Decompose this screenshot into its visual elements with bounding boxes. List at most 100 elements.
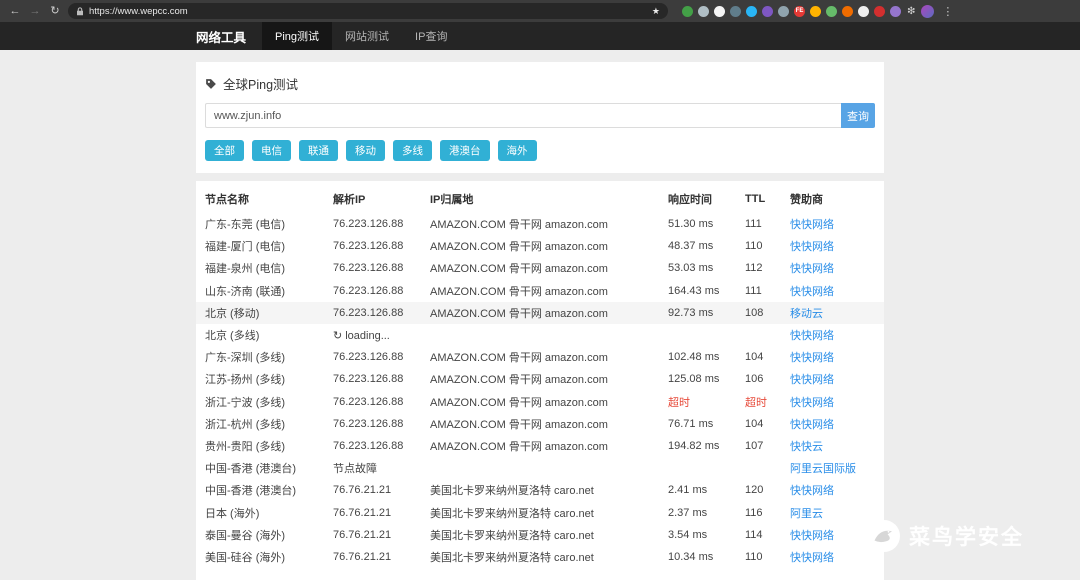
extension-icon[interactable] [874, 6, 885, 17]
search-input[interactable] [205, 103, 841, 128]
column-header: TTL [745, 193, 790, 205]
cell-location: 美国北卡罗来纳州夏洛特 caro.net [430, 527, 668, 543]
cell-ip: 76.76.21.21 [333, 484, 430, 496]
cell-response-time: 92.73 ms [668, 307, 745, 319]
cell-ip: 76.223.126.88 [333, 262, 430, 274]
query-button[interactable]: 查询 [841, 103, 875, 128]
cell-ttl: 110 [745, 240, 790, 252]
extension-icon[interactable] [858, 6, 869, 17]
cell-location: AMAZON.COM 骨干网 amazon.com [430, 438, 668, 454]
sponsor-link[interactable]: 快快网络 [790, 352, 834, 364]
filter-button[interactable]: 多线 [393, 140, 432, 161]
sponsor-link[interactable]: 快快网络 [790, 552, 834, 564]
filter-button[interactable]: 移动 [346, 140, 385, 161]
sponsor-link[interactable]: 移动云 [790, 308, 823, 320]
cell-node: 美国-硅谷 (海外) [205, 549, 333, 565]
sponsor-link[interactable]: 快快网络 [790, 330, 834, 342]
extension-icon[interactable] [778, 6, 789, 17]
cell-response-time: 10.34 ms [668, 551, 745, 563]
sponsor-link[interactable]: 快快网络 [790, 263, 834, 275]
sponsor-link[interactable]: 快快网络 [790, 374, 834, 386]
sponsor-link[interactable]: 快快网络 [790, 485, 834, 497]
cell-response-time: 76.71 ms [668, 418, 745, 430]
sponsor-link[interactable]: 阿里云 [790, 508, 823, 520]
extension-icon[interactable] [714, 6, 725, 17]
cell-location: AMAZON.COM 骨干网 amazon.com [430, 260, 668, 276]
sponsor-link[interactable]: 快快网络 [790, 530, 834, 542]
browser-menu-icon[interactable]: ⋮ [940, 5, 955, 18]
cell-ttl: 104 [745, 418, 790, 430]
ping-test-panel: 全球Ping测试 查询 全部电信联通移动多线港澳台海外 [196, 62, 884, 173]
table-row: 山东-济南 (联通)76.223.126.88AMAZON.COM 骨干网 am… [196, 280, 884, 302]
cell-node: 广东-东莞 (电信) [205, 216, 333, 232]
sponsor-link[interactable]: 快快网络 [790, 419, 834, 431]
table-row: 中国-香港 (港澳台)节点故障阿里云国际版 [196, 457, 884, 479]
forward-icon[interactable]: → [28, 6, 42, 17]
extension-icon[interactable] [698, 6, 709, 17]
cell-ip: 76.223.126.88 [333, 396, 430, 408]
cell-ip: 76.223.126.88 [333, 307, 430, 319]
sponsor-link[interactable]: 快快网络 [790, 397, 834, 409]
cell-ttl: 104 [745, 351, 790, 363]
cell-ip: 76.76.21.21 [333, 551, 430, 563]
reload-icon[interactable]: ↻ [48, 6, 62, 17]
extension-icon[interactable] [682, 6, 693, 17]
sponsor-link[interactable]: 阿里云国际版 [790, 463, 856, 475]
extension-icon[interactable]: FE [794, 6, 805, 17]
cell-location: AMAZON.COM 骨干网 amazon.com [430, 371, 668, 387]
extension-icon[interactable] [762, 6, 773, 17]
nav-tab[interactable]: 网站测试 [332, 22, 402, 50]
filter-button[interactable]: 全部 [205, 140, 244, 161]
extension-icon[interactable] [842, 6, 853, 17]
cell-response-time: 3.54 ms [668, 529, 745, 541]
column-header: 节点名称 [205, 191, 333, 207]
cell-location: AMAZON.COM 骨干网 amazon.com [430, 305, 668, 321]
cell-ip: 76.223.126.88 [333, 218, 430, 230]
extension-icons: FE [682, 6, 901, 17]
back-icon[interactable]: ← [8, 6, 22, 17]
table-row: 江苏-扬州 (多线)76.223.126.88AMAZON.COM 骨干网 am… [196, 368, 884, 390]
sponsor-link[interactable]: 快快网络 [790, 219, 834, 231]
address-bar[interactable]: https://www.wepcc.com ★ [68, 3, 668, 19]
cell-ttl: 114 [745, 529, 790, 541]
cell-location: AMAZON.COM 骨干网 amazon.com [430, 394, 668, 410]
filter-button[interactable]: 港澳台 [440, 140, 490, 161]
filter-button[interactable]: 联通 [299, 140, 338, 161]
watermark: 菜鸟学安全 [867, 519, 1024, 553]
sponsor-link[interactable]: 快快网络 [790, 286, 834, 298]
sponsor-link[interactable]: 快快云 [790, 441, 823, 453]
cell-node: 江苏-扬州 (多线) [205, 371, 333, 387]
nav-tabs: Ping测试网站测试IP查询 [262, 22, 460, 50]
extension-icon[interactable] [810, 6, 821, 17]
cell-response-time: 53.03 ms [668, 262, 745, 274]
nav-tab[interactable]: IP查询 [402, 22, 460, 50]
bookmark-star-icon[interactable]: ★ [652, 7, 660, 16]
cell-sponsor: 快快网络 [790, 527, 875, 543]
browser-chrome: ← → ↻ https://www.wepcc.com ★ FE ❇ ⋮ [0, 0, 1080, 22]
filter-button[interactable]: 电信 [252, 140, 291, 161]
brand-title: 网络工具 [196, 22, 246, 50]
cell-ttl: 111 [745, 285, 790, 297]
filter-button[interactable]: 海外 [498, 140, 537, 161]
site-navbar: 网络工具 Ping测试网站测试IP查询 [0, 22, 1080, 50]
cell-ip: 76.223.126.88 [333, 240, 430, 252]
cell-sponsor: 快快网络 [790, 482, 875, 498]
cell-ttl: 超时 [745, 394, 790, 410]
cell-node: 中国-香港 (港澳台) [205, 482, 333, 498]
extensions-puzzle-icon[interactable]: ❇ [907, 6, 915, 17]
extension-icon[interactable] [746, 6, 757, 17]
cell-node: 浙江-宁波 (多线) [205, 394, 333, 410]
extension-icon[interactable] [826, 6, 837, 17]
extension-icon[interactable] [730, 6, 741, 17]
sponsor-link[interactable]: 快快网络 [790, 241, 834, 253]
results-table: 节点名称解析IPIP归属地响应时间TTL赞助商 广东-东莞 (电信)76.223… [196, 181, 884, 580]
table-row: 美国-硅谷 (海外)76.76.21.21美国北卡罗来纳州夏洛特 caro.ne… [196, 546, 884, 568]
profile-avatar[interactable] [921, 5, 934, 18]
extension-icon[interactable] [890, 6, 901, 17]
table-header-row: 节点名称解析IPIP归属地响应时间TTL赞助商 [205, 185, 875, 213]
nav-tab[interactable]: Ping测试 [262, 22, 332, 50]
cell-location: 美国北卡罗来纳州夏洛特 caro.net [430, 505, 668, 521]
cell-ttl: 106 [745, 373, 790, 385]
cell-ip: 76.223.126.88 [333, 285, 430, 297]
cell-ip: 76.223.126.88 [333, 418, 430, 430]
